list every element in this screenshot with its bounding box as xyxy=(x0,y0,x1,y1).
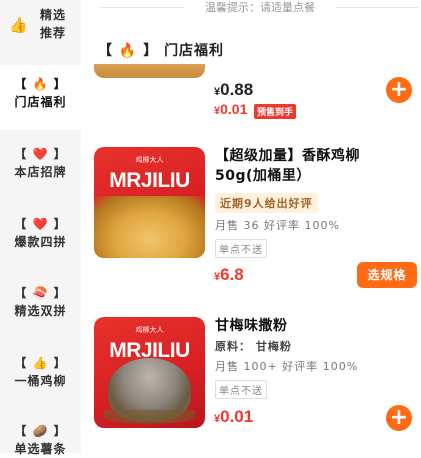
sales-stats: 月售 100+ 好评率 100% xyxy=(215,360,359,373)
sidebar-item-label: 爆款四拼 xyxy=(14,235,67,249)
heart-icon: ❤️ xyxy=(32,147,49,161)
brand-text: MRJILIU xyxy=(109,169,190,192)
product-image[interactable]: 鸡柳大人 MRJILIU xyxy=(94,317,205,428)
sidebar-item-label: 本店招牌 xyxy=(14,165,67,179)
price: ¥0.88 xyxy=(214,80,254,99)
sales-stats: 月售 36 好评率 100% xyxy=(215,219,340,232)
product-image[interactable] xyxy=(94,64,205,78)
divider xyxy=(336,7,418,8)
fire-icon: 🔥 xyxy=(118,43,138,59)
no-delivery-tag: 单点不送 xyxy=(215,380,267,399)
add-to-cart-button[interactable]: + xyxy=(386,405,412,431)
section-title: 【 🔥 】 门店福利 xyxy=(98,43,225,59)
sidebar-item-double-combo[interactable]: 【 🍣 】 精选双拼 xyxy=(0,276,81,342)
product-image[interactable]: 鸡柳大人 MRJILIU xyxy=(94,147,205,258)
category-sidebar: 👍 精选 推荐 【 🔥 】 门店福利 【 ❤️ 】 本店招牌 【 ❤️ 】 爆款… xyxy=(0,0,81,456)
sidebar-item-label: 推荐 xyxy=(40,26,67,40)
fire-icon: 🔥 xyxy=(32,77,49,91)
chicken-strips-photo xyxy=(94,196,205,258)
sale-price: ¥0.01 xyxy=(214,101,248,117)
sushi-icon: 🍣 xyxy=(32,286,49,300)
heart-icon: ❤️ xyxy=(32,217,49,231)
price: ¥0.01 xyxy=(214,407,254,426)
brand-logo: 鸡柳大人 xyxy=(135,156,164,164)
ingredient-text: 原料： 甘梅粉 xyxy=(215,340,292,353)
sidebar-item-bucket-chicken[interactable]: 【 👍 】 一桶鸡柳 xyxy=(0,346,81,412)
brand-logo: 鸡柳大人 xyxy=(135,326,164,334)
price: ¥6.8 xyxy=(214,265,244,284)
sidebar-item-label: 精选双拼 xyxy=(14,304,67,318)
thumbs-up-icon: 👍 xyxy=(32,356,49,370)
select-spec-button[interactable]: 选规格 xyxy=(357,262,417,288)
sidebar-item-featured[interactable]: 👍 精选 推荐 xyxy=(0,0,81,58)
sidebar-item-store-benefits[interactable]: 【 🔥 】 门店福利 xyxy=(0,65,81,130)
presale-badge: 预售到手 xyxy=(254,104,297,119)
potato-icon: 🥔 xyxy=(32,424,49,438)
add-to-cart-button[interactable]: + xyxy=(386,77,412,103)
sidebar-item-label: 精选 xyxy=(40,8,67,22)
sidebar-item-label: 门店福利 xyxy=(14,95,67,109)
review-badge: 近期9人给出好评 xyxy=(215,193,318,213)
divider xyxy=(100,7,184,8)
thumbs-up-icon: 👍 xyxy=(9,16,28,34)
sidebar-item-fries[interactable]: 【 🥔 】 单选薯条 xyxy=(0,416,81,456)
sidebar-item-signature[interactable]: 【 ❤️ 】 本店招牌 xyxy=(0,137,81,203)
sidebar-item-hot-four[interactable]: 【 ❤️ 】 爆款四拼 xyxy=(0,207,81,273)
reminder-text: 温馨提示：请适量点餐 xyxy=(205,1,315,14)
product-title[interactable]: 甘梅味撒粉 xyxy=(215,316,288,336)
sidebar-item-label: 单选薯条 xyxy=(14,442,67,456)
no-delivery-tag: 单点不送 xyxy=(215,239,267,258)
product-title[interactable]: 【超级加量】香酥鸡柳 50g(加桶里） xyxy=(215,146,360,186)
sidebar-item-label: 一桶鸡柳 xyxy=(14,374,67,388)
